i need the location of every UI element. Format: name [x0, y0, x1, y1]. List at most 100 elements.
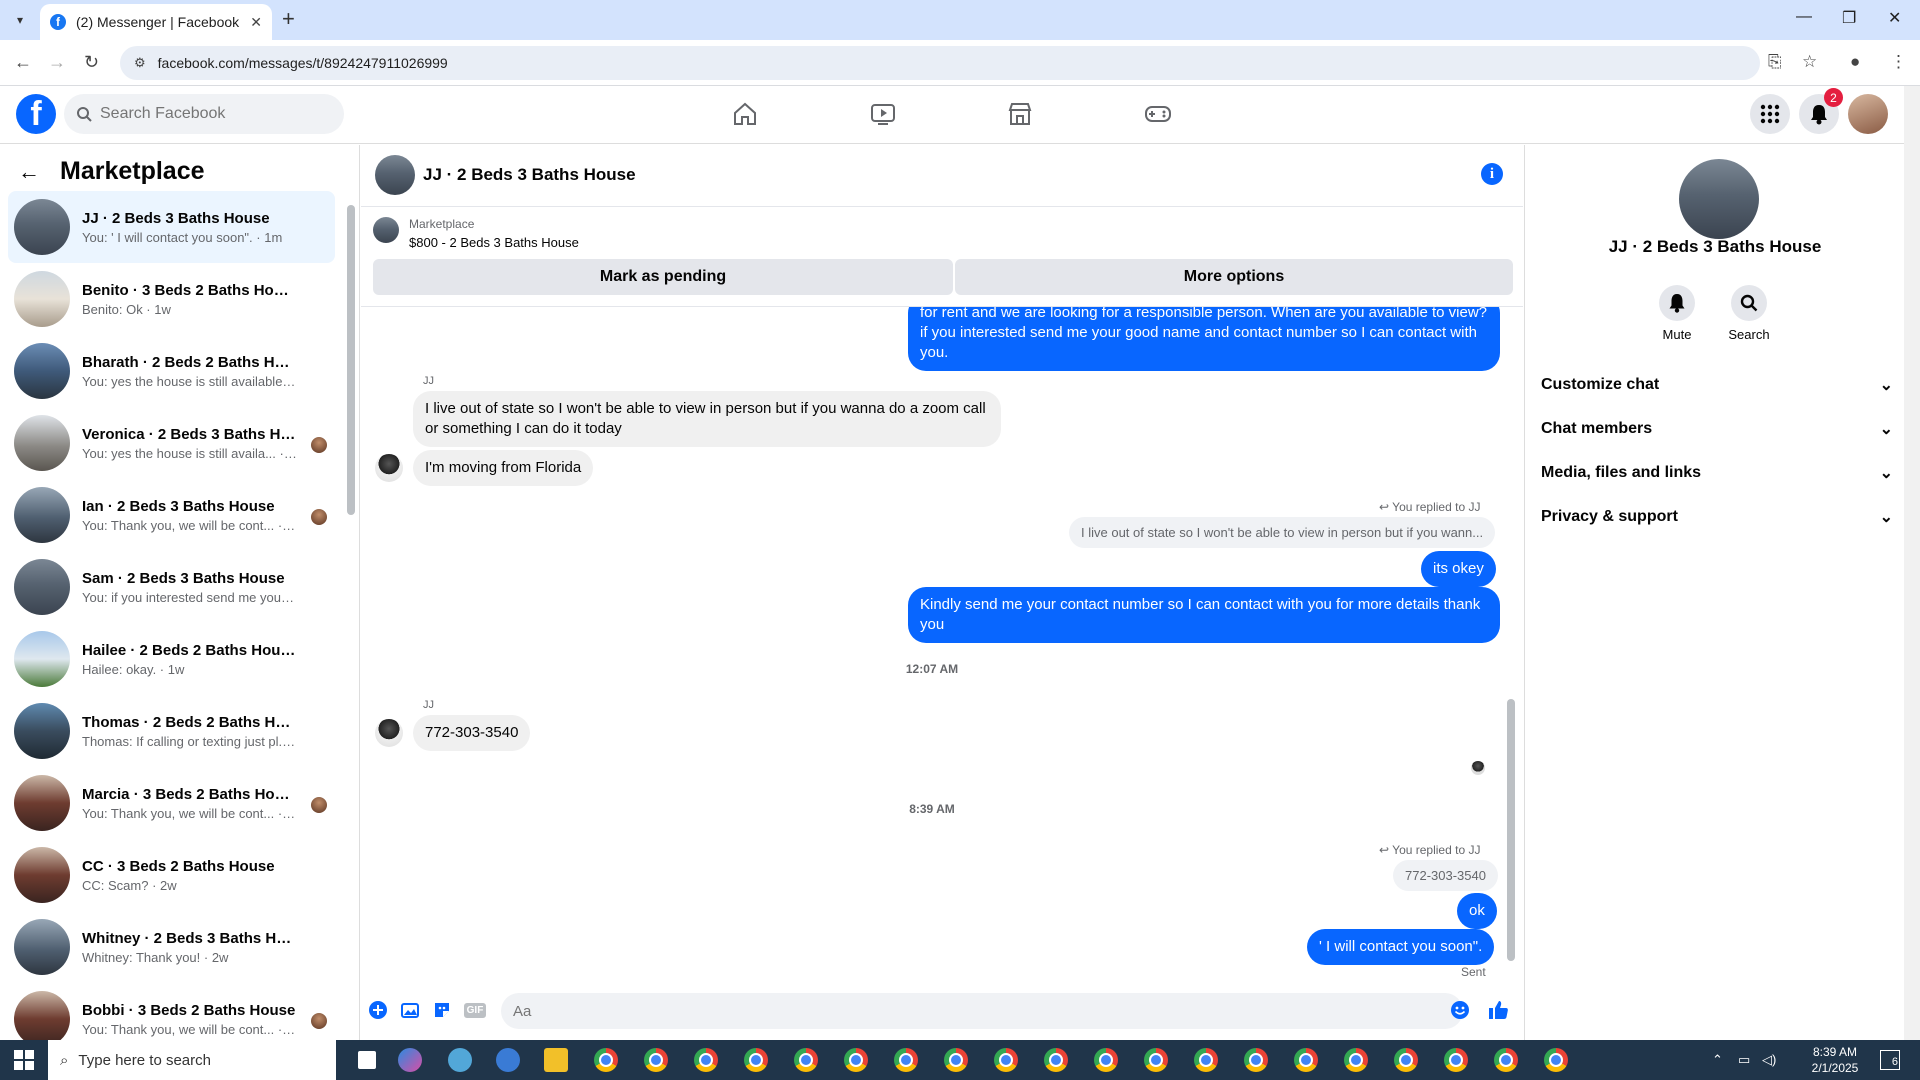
conversation-item[interactable]: Veronica · 2 Beds 3 Baths Hou... You: yes…	[8, 407, 335, 479]
minimize-icon[interactable]: —	[1796, 8, 1812, 26]
new-tab-icon[interactable]: +	[282, 8, 295, 30]
quoted-message[interactable]: I live out of state so I won't be able t…	[1069, 517, 1496, 548]
message-scroll-thumb[interactable]	[1507, 699, 1515, 961]
back-arrow-icon[interactable]: ←	[18, 159, 40, 185]
incoming-message[interactable]: 772-303-3540	[413, 715, 531, 751]
network-icon[interactable]: ▭	[1738, 1052, 1750, 1068]
facebook-logo-icon[interactable]: f	[16, 94, 56, 134]
search-facebook-input[interactable]	[100, 105, 320, 123]
forward-arrow-icon[interactable]: →	[48, 52, 66, 73]
facebook-search-box[interactable]	[64, 94, 344, 134]
chrome-icon[interactable]	[1094, 1048, 1118, 1072]
close-window-icon[interactable]: ✕	[1888, 8, 1901, 28]
chrome-icon[interactable]	[1194, 1048, 1218, 1072]
plus-actions-icon[interactable]	[367, 999, 389, 1021]
conversation-item[interactable]: Thomas · 2 Beds 2 Baths House Thomas: If …	[8, 695, 335, 767]
chrome-icon[interactable]	[794, 1048, 818, 1072]
chrome-icon[interactable]	[594, 1048, 618, 1072]
chrome-icon[interactable]	[1494, 1048, 1518, 1072]
listing-mini-photo[interactable]	[373, 217, 399, 243]
chrome-icon[interactable]	[1394, 1048, 1418, 1072]
customize-chat-section[interactable]: Customize chat ⌄	[1541, 367, 1893, 403]
chrome-icon[interactable]	[1244, 1048, 1268, 1072]
chrome-icon[interactable]	[1044, 1048, 1068, 1072]
install-app-icon[interactable]: ⎘	[1768, 52, 1782, 72]
chrome-icon[interactable]	[844, 1048, 868, 1072]
app-icon[interactable]	[448, 1048, 472, 1072]
incoming-message[interactable]: I live out of state so I won't be able t…	[413, 391, 1001, 447]
gaming-nav-icon[interactable]	[1138, 96, 1178, 132]
chrome-icon[interactable]	[994, 1048, 1018, 1072]
contact-avatar[interactable]	[375, 719, 403, 747]
conversation-item[interactable]: Whitney · 2 Beds 3 Baths House Whitney: T…	[8, 911, 335, 983]
back-arrow-icon[interactable]: ←	[14, 52, 32, 73]
chat-title[interactable]: JJ · 2 Beds 3 Baths House	[423, 165, 636, 185]
thumbs-up-icon[interactable]	[1487, 999, 1509, 1021]
windows-start-icon[interactable]	[14, 1050, 34, 1070]
chat-listing-photo[interactable]	[375, 155, 415, 195]
message-input[interactable]	[501, 993, 1463, 1029]
copilot-icon[interactable]	[398, 1048, 422, 1072]
quoted-message[interactable]: 772-303-3540	[1393, 860, 1498, 891]
restore-icon[interactable]: ❐	[1842, 8, 1856, 28]
menu-grid-icon[interactable]	[1750, 94, 1790, 134]
chrome-icon[interactable]	[1544, 1048, 1568, 1072]
conversation-item[interactable]: Sam · 2 Beds 3 Baths House You: if you in…	[8, 551, 335, 623]
sidebar-scrollbar[interactable]	[346, 193, 356, 1033]
outgoing-message[interactable]: Kindly send me your contact number so I …	[908, 587, 1500, 643]
outgoing-message[interactable]: for rent and we are looking for a respon…	[908, 307, 1500, 371]
outgoing-message[interactable]: ok	[1457, 893, 1497, 929]
conversation-item[interactable]: CC · 3 Beds 2 Baths House CC: Scam? · 2w	[8, 839, 335, 911]
sticker-icon[interactable]	[431, 999, 453, 1021]
profile-icon[interactable]: ●	[1850, 52, 1860, 72]
message-scrollbar[interactable]	[1505, 307, 1517, 977]
marketplace-nav-icon[interactable]	[1000, 96, 1040, 132]
account-avatar[interactable]	[1848, 94, 1888, 134]
conversation-item[interactable]: Bobbi · 3 Beds 2 Baths House You: Thank y…	[8, 983, 335, 1040]
outgoing-message[interactable]: ' I will contact you soon".	[1307, 929, 1495, 965]
chrome-icon[interactable]	[1344, 1048, 1368, 1072]
info-icon[interactable]: i	[1481, 163, 1503, 185]
privacy-support-section[interactable]: Privacy & support ⌄	[1541, 499, 1893, 535]
site-info-icon[interactable]: ⚙	[134, 55, 146, 71]
chat-members-section[interactable]: Chat members ⌄	[1541, 411, 1893, 447]
emoji-icon[interactable]	[1449, 999, 1471, 1021]
more-options-button[interactable]: More options	[955, 259, 1513, 295]
reload-icon[interactable]: ↻	[84, 52, 99, 73]
conversation-item[interactable]: Ian · 2 Beds 3 Baths House You: Thank you…	[8, 479, 335, 551]
outgoing-message[interactable]: its okey	[1421, 551, 1496, 587]
gif-icon[interactable]: GIF	[463, 999, 487, 1021]
conversation-item[interactable]: JJ · 2 Beds 3 Baths House You: ' I will c…	[8, 191, 335, 263]
task-view-icon[interactable]	[358, 1051, 376, 1069]
browser-tab-messenger[interactable]: f (2) Messenger | Facebook ✕	[40, 4, 272, 40]
chrome-icon[interactable]	[894, 1048, 918, 1072]
file-explorer-icon[interactable]	[544, 1048, 568, 1072]
contact-avatar[interactable]	[375, 454, 403, 482]
chrome-icon[interactable]	[1144, 1048, 1168, 1072]
conversation-item[interactable]: Marcia · 3 Beds 2 Baths House You: Thank …	[8, 767, 335, 839]
listing-profile-photo[interactable]	[1679, 159, 1759, 239]
tray-chevron-icon[interactable]: ⌃	[1712, 1052, 1723, 1068]
volume-icon[interactable]: ◁)	[1762, 1052, 1776, 1068]
taskbar-clock[interactable]: 8:39 AM 2/1/2025	[1800, 1044, 1870, 1076]
video-nav-icon[interactable]	[863, 96, 903, 132]
browser-menu-icon[interactable]: ⋮	[1890, 52, 1907, 72]
incoming-message[interactable]: I'm moving from Florida	[413, 450, 594, 486]
conversation-item[interactable]: Bharath · 2 Beds 2 Baths House You: yes t…	[8, 335, 335, 407]
taskbar-search-box[interactable]: ⌕ Type here to search	[48, 1040, 336, 1080]
tab-search-dropdown-icon[interactable]: ▾	[8, 8, 32, 32]
home-nav-icon[interactable]	[725, 96, 765, 132]
bookmark-star-icon[interactable]: ☆	[1802, 52, 1817, 72]
chrome-icon[interactable]	[744, 1048, 768, 1072]
page-scrollbar[interactable]	[1904, 86, 1920, 1040]
conversation-item[interactable]: Hailee · 2 Beds 2 Baths House Hailee: oka…	[8, 623, 335, 695]
url-omnibox[interactable]: ⚙ facebook.com/messages/t/89242479110269…	[120, 46, 1760, 80]
listing-price[interactable]: $800 - 2 Beds 3 Baths House	[409, 235, 579, 250]
conversation-item[interactable]: Benito · 3 Beds 2 Baths House Benito: Ok …	[8, 263, 335, 335]
action-center-icon[interactable]: 6	[1880, 1050, 1900, 1070]
chrome-icon[interactable]	[694, 1048, 718, 1072]
media-files-links-section[interactable]: Media, files and links ⌄	[1541, 455, 1893, 491]
app-icon[interactable]	[496, 1048, 520, 1072]
photo-attach-icon[interactable]	[399, 999, 421, 1021]
chrome-icon[interactable]	[644, 1048, 668, 1072]
